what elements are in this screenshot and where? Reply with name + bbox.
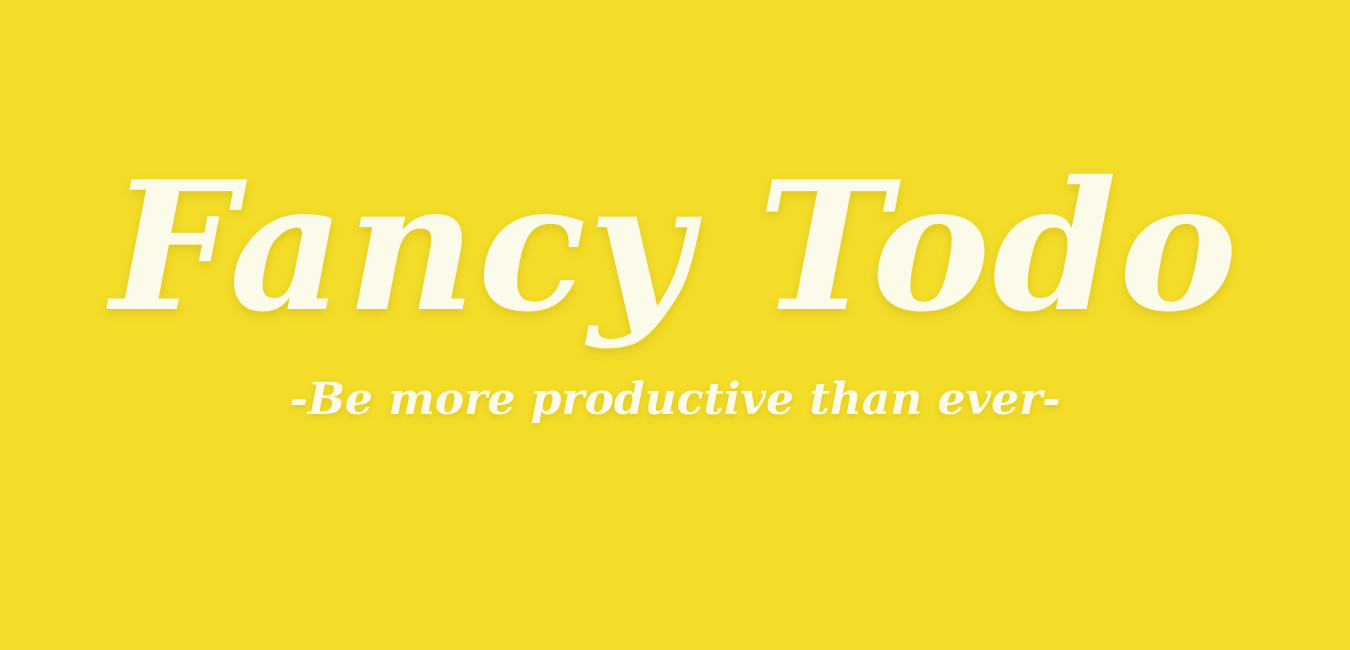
app-tagline: -Be more productive than ever- bbox=[289, 374, 1061, 425]
app-title: Fancy Todo bbox=[110, 142, 1240, 351]
hero-section: Fancy Todo -Be more productive than ever… bbox=[0, 0, 1350, 650]
